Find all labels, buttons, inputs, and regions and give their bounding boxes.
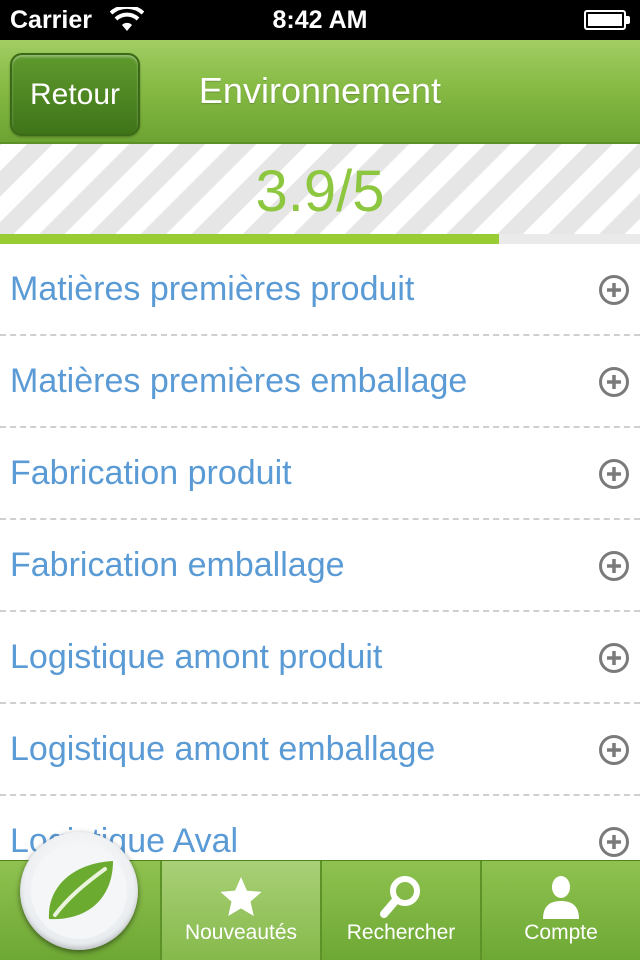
score-progress-bar [0, 234, 640, 244]
page-title: Environnement [198, 70, 442, 111]
score-banner: 3.9/5 [0, 144, 640, 244]
list-item[interactable]: Fabrication produit [0, 428, 640, 520]
list-item-label: Matières premières emballage [10, 362, 468, 400]
score-value: 3.9/5 [255, 159, 385, 224]
list-item-label: Matières premières produit [10, 270, 415, 308]
plus-circle-icon[interactable] [598, 734, 630, 766]
star-icon [220, 877, 262, 916]
list-item-label: Fabrication emballage [10, 546, 345, 584]
plus-circle-icon[interactable] [598, 458, 630, 490]
plus-circle-icon[interactable] [598, 642, 630, 674]
status-bar: Carrier 8:42 AM [0, 0, 640, 40]
list-item[interactable]: Logistique amont produit [0, 612, 640, 704]
criteria-list: Matières premières produit Matières prem… [0, 244, 640, 860]
leaf-icon [31, 843, 127, 939]
tab-label: Rechercher [346, 921, 456, 944]
back-button[interactable]: Retour [10, 53, 140, 136]
tab-rechercher[interactable]: Rechercher [320, 861, 480, 960]
list-item-label: Logistique amont emballage [10, 730, 436, 768]
list-item-label: Fabrication produit [10, 454, 292, 492]
list-item-label: Logistique amont produit [10, 638, 383, 676]
list-item[interactable]: Matières premières produit [0, 244, 640, 336]
tab-compte[interactable]: Compte [480, 861, 640, 960]
plus-circle-icon[interactable] [598, 826, 630, 858]
battery-icon [584, 10, 630, 30]
list-item[interactable]: Logistique amont emballage [0, 704, 640, 796]
navigation-bar: Retour Environnement [0, 40, 640, 144]
tab-label: Compte [524, 921, 598, 944]
tab-nouveautes[interactable]: Nouveautés [160, 861, 320, 960]
list-item[interactable]: Matières premières emballage [0, 336, 640, 428]
tab-label: Nouveautés [184, 921, 298, 944]
search-icon [380, 876, 420, 918]
status-time: 8:42 AM [272, 6, 368, 34]
logo-button[interactable] [20, 832, 138, 950]
plus-circle-icon[interactable] [598, 366, 630, 398]
plus-circle-icon[interactable] [598, 550, 630, 582]
list-item[interactable]: Fabrication emballage [0, 520, 640, 612]
score-progress-fill [0, 234, 500, 244]
user-icon [543, 876, 579, 919]
plus-circle-icon[interactable] [598, 274, 630, 306]
